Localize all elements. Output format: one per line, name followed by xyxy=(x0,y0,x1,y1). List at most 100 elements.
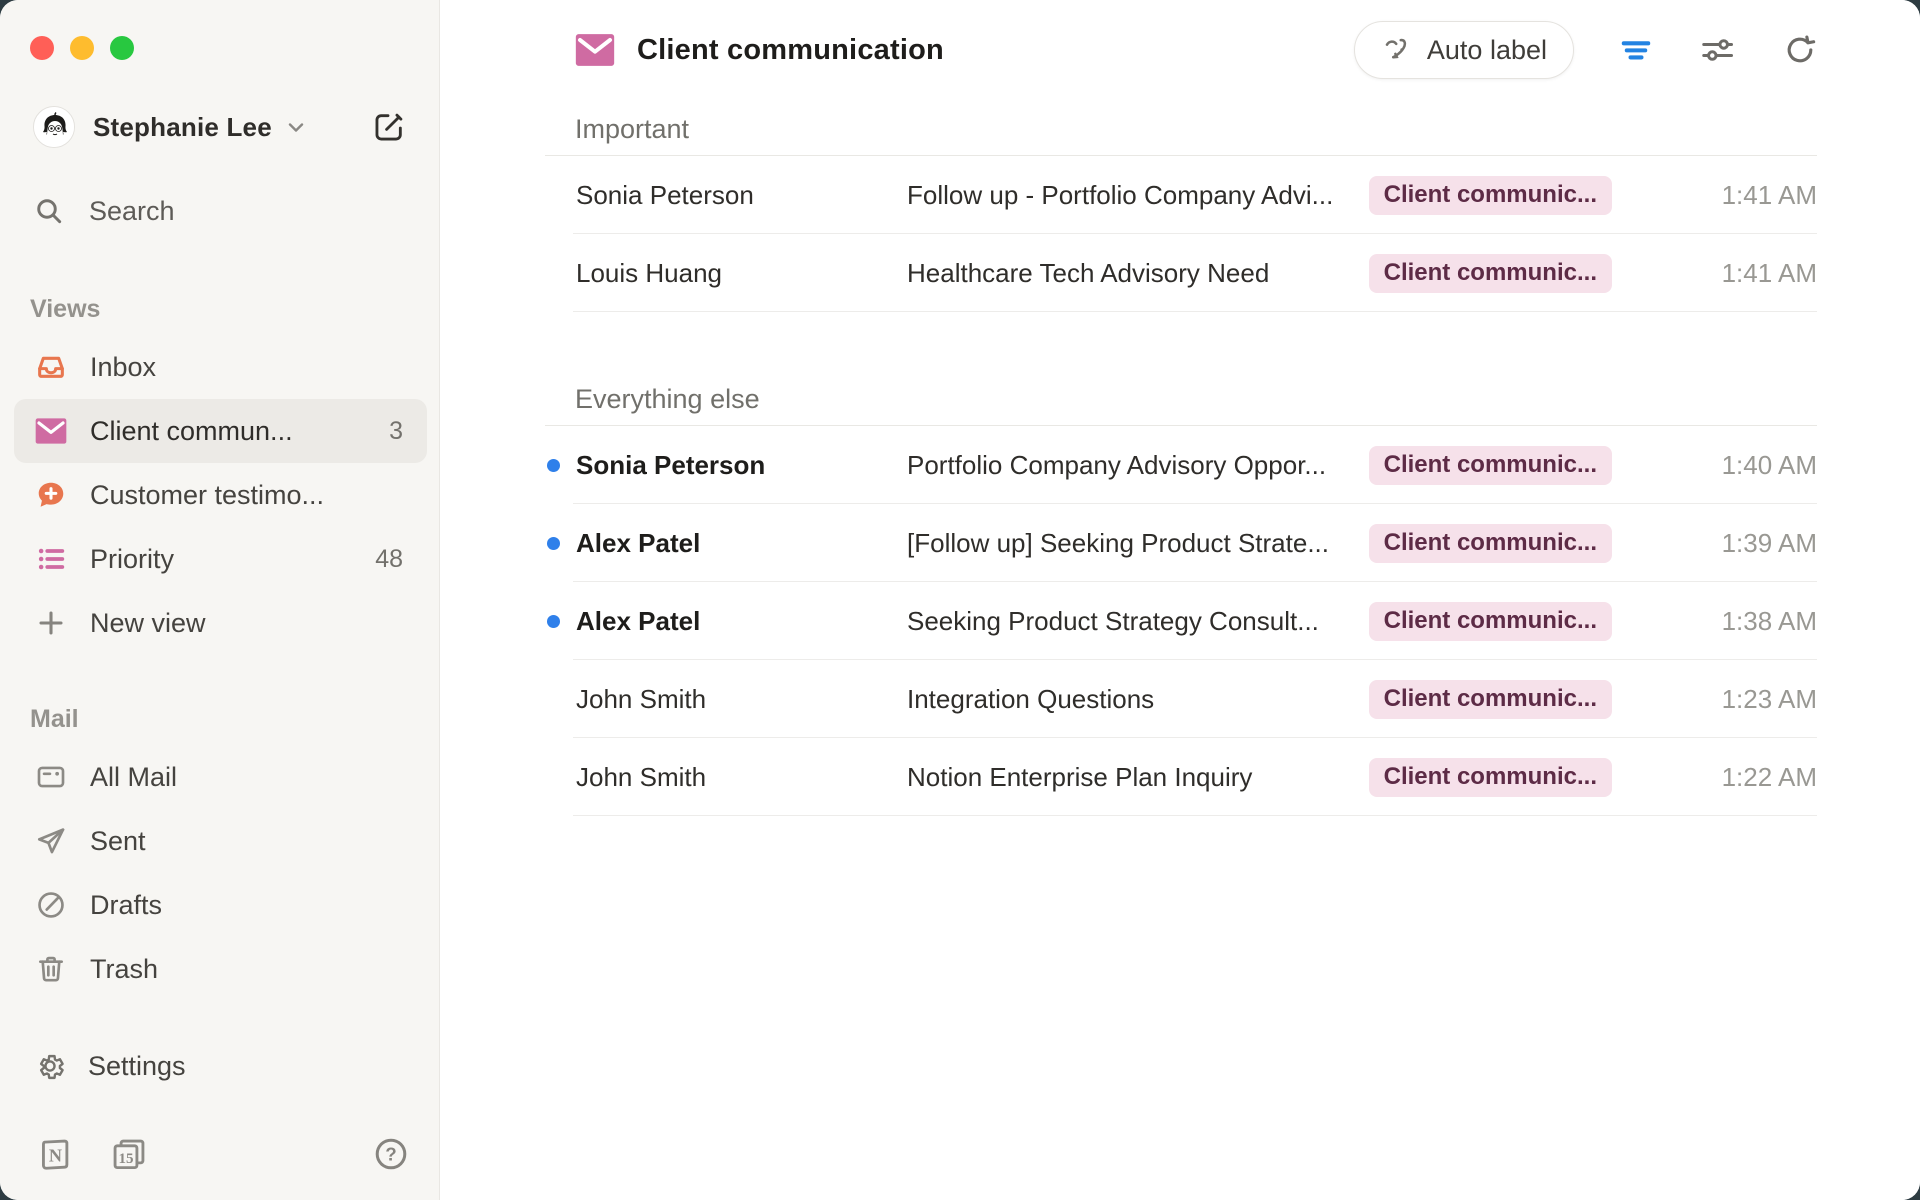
settings-label: Settings xyxy=(88,1051,186,1082)
minimize-window-button[interactable] xyxy=(70,36,94,60)
email-row[interactable]: John SmithIntegration QuestionsClient co… xyxy=(545,660,1817,738)
email-label-badge[interactable]: Client communic... xyxy=(1369,680,1612,719)
sidebar-item-label: Drafts xyxy=(90,890,162,921)
inbox-icon xyxy=(34,350,68,384)
mail-section: Everything elseSonia PetersonPortfolio C… xyxy=(545,374,1817,816)
email-subject: Healthcare Tech Advisory Need xyxy=(907,258,1369,289)
main-panel: Client communication Auto label xyxy=(440,0,1920,1200)
email-row[interactable]: Alex PatelSeeking Product Strategy Consu… xyxy=(545,582,1817,660)
mail-section-title: Important xyxy=(545,104,1817,156)
email-row[interactable]: Sonia PetersonPortfolio Company Advisory… xyxy=(545,426,1817,504)
mail-list: ImportantSonia PetersonFollow up - Portf… xyxy=(545,100,1817,816)
search-label: Search xyxy=(89,196,175,227)
sidebar-item-new-view[interactable]: New view xyxy=(14,591,427,655)
sidebar-section-label: Mail xyxy=(30,699,439,739)
email-subject: Integration Questions xyxy=(907,684,1369,715)
email-row[interactable]: John SmithNotion Enterprise Plan Inquiry… xyxy=(545,738,1817,816)
unread-dot xyxy=(545,459,576,472)
email-label-badge[interactable]: Client communic... xyxy=(1369,446,1612,485)
sidebar-item-customer-testimo[interactable]: Customer testimo... xyxy=(14,463,427,527)
sidebar-item-label: Inbox xyxy=(90,352,156,383)
help-icon[interactable]: ? xyxy=(373,1136,409,1172)
sidebar-item-trash[interactable]: Trash xyxy=(14,937,427,1001)
auto-label-button[interactable]: Auto label xyxy=(1354,21,1574,79)
mail-section-title: Everything else xyxy=(545,374,1817,426)
auto-label-button-label: Auto label xyxy=(1427,35,1547,66)
email-sender: John Smith xyxy=(576,684,907,715)
svg-text:?: ? xyxy=(385,1144,396,1165)
trash-icon xyxy=(34,952,68,986)
sidebar-nav: Views Inbox Client commun...3 Customer test… xyxy=(0,245,439,1001)
zoom-window-button[interactable] xyxy=(110,36,134,60)
all-mail-icon xyxy=(34,760,68,794)
email-row[interactable]: Louis HuangHealthcare Tech Advisory Need… xyxy=(545,234,1817,312)
priority-list-icon xyxy=(34,542,68,576)
email-row[interactable]: Sonia PetersonFollow up - Portfolio Comp… xyxy=(545,156,1817,234)
svg-text:15: 15 xyxy=(118,1151,133,1167)
gear-icon xyxy=(34,1050,66,1082)
sidebar-section-label: Views xyxy=(30,289,439,329)
compose-button[interactable] xyxy=(367,105,411,149)
email-label-badge[interactable]: Client communic... xyxy=(1369,758,1612,797)
window-controls xyxy=(30,36,134,60)
app-window: Stephanie Lee Search Views Inbox Client co… xyxy=(0,0,1920,1200)
mail-section: ImportantSonia PetersonFollow up - Portf… xyxy=(545,104,1817,312)
email-sender: Alex Patel xyxy=(576,606,907,637)
unread-dot xyxy=(545,537,576,550)
email-time: 1:38 AM xyxy=(1612,606,1817,637)
sidebar-item-all-mail[interactable]: All Mail xyxy=(14,745,427,809)
unread-count: 48 xyxy=(375,545,409,574)
email-row[interactable]: Alex Patel[Follow up] Seeking Product St… xyxy=(545,504,1817,582)
email-time: 1:41 AM xyxy=(1612,180,1817,211)
auto-label-wand-icon xyxy=(1381,34,1413,66)
notion-app-icon[interactable]: N xyxy=(36,1135,74,1173)
email-sender: John Smith xyxy=(576,762,907,793)
sidebar-item-client-commun[interactable]: Client commun...3 xyxy=(14,399,427,463)
calendar-app-icon[interactable]: 15 xyxy=(110,1135,148,1173)
sidebar-item-label: Priority xyxy=(90,544,174,575)
sidebar-footer: N 15 ? xyxy=(36,1132,409,1176)
email-label-badge[interactable]: Client communic... xyxy=(1369,602,1612,641)
chevron-down-icon xyxy=(284,115,308,139)
email-time: 1:39 AM xyxy=(1612,528,1817,559)
email-time: 1:41 AM xyxy=(1612,258,1817,289)
svg-text:N: N xyxy=(49,1145,62,1165)
header-toolbar: Auto label xyxy=(1354,21,1820,79)
email-sender: Sonia Peterson xyxy=(576,450,907,481)
sidebar-item-inbox[interactable]: Inbox xyxy=(14,335,427,399)
page-title: Client communication xyxy=(637,34,944,67)
email-subject: Seeking Product Strategy Consult... xyxy=(907,606,1369,637)
sidebar-item-sent[interactable]: Sent xyxy=(14,809,427,873)
view-header: Client communication Auto label xyxy=(440,0,1920,100)
email-subject: Notion Enterprise Plan Inquiry xyxy=(907,762,1369,793)
email-sender: Alex Patel xyxy=(576,528,907,559)
sidebar-item-label: Trash xyxy=(90,954,158,985)
email-label-badge[interactable]: Client communic... xyxy=(1369,254,1612,293)
sidebar-item-drafts[interactable]: Drafts xyxy=(14,873,427,937)
sidebar-item-settings[interactable]: Settings xyxy=(14,1036,427,1096)
filter-icon[interactable] xyxy=(1616,30,1656,70)
drafts-icon xyxy=(34,888,68,922)
account-switcher[interactable]: Stephanie Lee xyxy=(33,105,411,149)
email-time: 1:40 AM xyxy=(1612,450,1817,481)
display-settings-icon[interactable] xyxy=(1698,30,1738,70)
email-sender: Sonia Peterson xyxy=(576,180,907,211)
sidebar-item-label: New view xyxy=(90,608,206,639)
unread-count: 3 xyxy=(389,417,409,446)
email-subject: Portfolio Company Advisory Oppor... xyxy=(907,450,1369,481)
sidebar-item-label: Customer testimo... xyxy=(90,480,324,511)
sidebar-item-priority[interactable]: Priority 48 xyxy=(14,527,427,591)
email-label-badge[interactable]: Client communic... xyxy=(1369,524,1612,563)
avatar xyxy=(33,106,75,148)
close-window-button[interactable] xyxy=(30,36,54,60)
search-icon xyxy=(33,195,65,227)
email-label-badge[interactable]: Client communic... xyxy=(1369,176,1612,215)
refresh-icon[interactable] xyxy=(1780,30,1820,70)
envelope-icon xyxy=(34,414,68,448)
email-sender: Louis Huang xyxy=(576,258,907,289)
label-envelope-icon xyxy=(575,33,615,67)
sidebar: Stephanie Lee Search Views Inbox Client co… xyxy=(0,0,440,1200)
plus-icon xyxy=(34,606,68,640)
testimonial-icon xyxy=(34,478,68,512)
search-button[interactable]: Search xyxy=(33,187,411,235)
